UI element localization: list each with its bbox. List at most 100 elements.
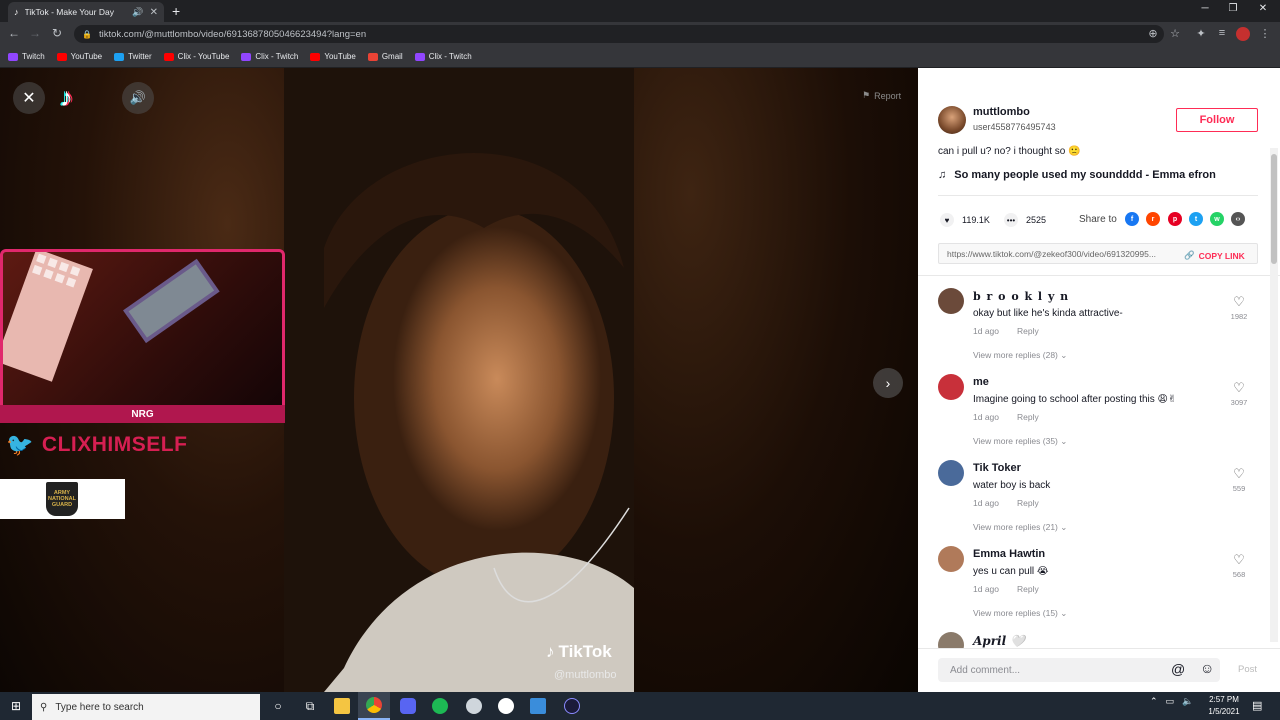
view-more-replies[interactable]: View more replies (15) ⌄ — [973, 608, 1067, 619]
post-comment-button[interactable]: Post — [1238, 664, 1257, 675]
windows-start-icon[interactable]: ⊞ — [0, 692, 32, 720]
bookmark-item[interactable]: Clix - YouTube — [163, 52, 229, 61]
forward-icon[interactable]: → — [27, 26, 43, 40]
reply-button[interactable]: Reply — [1017, 326, 1039, 336]
bookmark-star-icon[interactable]: ☆ — [1168, 27, 1182, 40]
window-close-icon[interactable]: ✕ — [1256, 3, 1270, 14]
video-still-image — [284, 68, 634, 692]
commenter-name[interactable]: Tik Toker — [973, 462, 1021, 474]
menu-kebab-icon[interactable]: ⋮ — [1258, 27, 1272, 40]
discord-icon[interactable] — [392, 692, 424, 720]
app-icon[interactable] — [458, 692, 490, 720]
facebook-share-icon[interactable]: f — [1125, 212, 1139, 226]
scrollbar-thumb[interactable] — [1271, 154, 1277, 264]
next-video-button[interactable]: › — [873, 368, 903, 398]
translate-icon[interactable]: ⊕ — [1146, 27, 1160, 40]
media-app-icon[interactable] — [556, 692, 588, 720]
comment-like-icon[interactable]: ♡ — [1230, 466, 1248, 482]
view-more-replies[interactable]: View more replies (28) ⌄ — [973, 350, 1067, 361]
divider — [938, 195, 1258, 196]
bookmark-item[interactable]: Twitch — [8, 52, 45, 61]
bookmark-label: Twitter — [128, 52, 152, 61]
bookmark-item[interactable]: Twitter — [114, 52, 152, 61]
back-icon[interactable]: ← — [6, 26, 22, 40]
reddit-share-icon[interactable]: r — [1146, 212, 1160, 226]
system-tray: ⌃ ▭ 🔈 — [1150, 696, 1193, 707]
comment-age: 1d ago — [973, 498, 999, 508]
commenter-avatar[interactable] — [938, 460, 964, 486]
commenter-name[interactable]: b r o o k l y n — [973, 290, 1069, 303]
comment-like-icon[interactable]: ♡ — [1230, 294, 1248, 310]
task-view-icon[interactable]: ⧉ — [294, 692, 326, 720]
cortana-icon[interactable]: ○ — [262, 692, 294, 720]
reply-button[interactable]: Reply — [1017, 584, 1039, 594]
emoji-icon[interactable]: ☺ — [1200, 660, 1214, 676]
sponsor-box: ARMY NATIONAL GUARD — [0, 479, 125, 519]
bookmark-item[interactable]: Clix - Twitch — [241, 52, 298, 61]
commenter-name[interactable]: Emma Hawtin — [973, 548, 1045, 560]
new-tab-button[interactable]: + — [172, 3, 180, 19]
pinterest-share-icon[interactable]: p — [1168, 212, 1182, 226]
youtube-icon — [310, 52, 321, 61]
extensions-icon[interactable]: ✦ — [1194, 27, 1208, 40]
taskbar-clock[interactable]: 2:57 PM 1/5/2021 — [1200, 694, 1248, 718]
file-explorer-icon[interactable] — [326, 692, 358, 720]
like-button[interactable]: ♥ 119.1K — [940, 213, 990, 227]
tiktok-logo-icon[interactable]: ♪ — [60, 82, 73, 113]
url-text: tiktok.com/@muttlombo/video/691368780504… — [98, 28, 367, 40]
view-more-replies[interactable]: View more replies (21) ⌄ — [973, 522, 1067, 533]
restore-icon[interactable]: ❐ — [1226, 3, 1240, 14]
bookmark-item[interactable]: YouTube — [56, 52, 102, 61]
commenter-avatar[interactable] — [938, 546, 964, 572]
author-avatar[interactable] — [938, 106, 966, 134]
close-tab-icon[interactable]: ✕ — [150, 7, 158, 18]
spotify-icon[interactable] — [424, 692, 456, 720]
comment-count-button[interactable]: ••• 2525 — [1004, 213, 1046, 227]
volume-tray-icon[interactable]: 🔈 — [1182, 696, 1193, 707]
music-link[interactable]: ♫ So many people used my soundddd - Emma… — [938, 169, 1216, 181]
reply-button[interactable]: Reply — [1017, 498, 1039, 508]
g-app-icon[interactable] — [490, 692, 522, 720]
taskbar-search[interactable]: ⚲ Type here to search — [32, 694, 260, 720]
chrome-taskbar-icon[interactable] — [358, 692, 390, 720]
whatsapp-share-icon[interactable]: w — [1210, 212, 1224, 226]
video-frame[interactable] — [284, 68, 634, 692]
comment-like-icon[interactable]: ♡ — [1230, 552, 1248, 568]
copy-link-button[interactable]: 🔗 COPY LINK — [1184, 250, 1245, 261]
address-bar[interactable]: 🔒 tiktok.com/@muttlombo/video/6913687805… — [74, 25, 1164, 43]
bookmark-item[interactable]: Clix - Twitch — [414, 52, 472, 61]
tray-chevron-up-icon[interactable]: ⌃ — [1150, 696, 1158, 707]
notifications-icon[interactable]: ▤ — [1252, 699, 1262, 712]
embed-code-icon[interactable]: ‹› — [1231, 212, 1245, 226]
minimize-icon[interactable]: ─ — [1198, 3, 1212, 14]
profile-avatar[interactable] — [1236, 27, 1250, 41]
mention-at-icon[interactable]: @ — [1171, 661, 1185, 677]
follow-button[interactable]: Follow — [1176, 108, 1258, 132]
f-app-icon[interactable] — [522, 692, 554, 720]
author-name[interactable]: muttlombo — [973, 106, 1030, 118]
close-video-icon[interactable]: ✕ — [13, 82, 45, 114]
commenter-avatar[interactable] — [938, 374, 964, 400]
tab-audio-icon[interactable]: 🔊 — [132, 7, 143, 18]
media-control-icon[interactable]: ≡ — [1215, 27, 1229, 39]
reply-button[interactable]: Reply — [1017, 412, 1039, 422]
twitter-share-icon[interactable]: t — [1189, 212, 1203, 226]
commenter-name[interactable]: April 🤍 — [973, 634, 1025, 648]
bookmark-label: Gmail — [381, 52, 403, 61]
chevron-down-icon: ⌄ — [1060, 436, 1068, 446]
view-more-label: View more replies (21) — [973, 522, 1058, 532]
report-button[interactable]: ⚑ Report — [862, 90, 901, 101]
commenter-avatar[interactable] — [938, 632, 964, 648]
bookmark-item[interactable]: YouTube — [310, 52, 356, 61]
volume-icon[interactable]: 🔊 — [122, 82, 154, 114]
comment-like-icon[interactable]: ♡ — [1230, 380, 1248, 396]
browser-tab[interactable]: ♪ TikTok - Make Your Day 🔊 ✕ — [8, 2, 164, 22]
view-more-replies[interactable]: View more replies (35) ⌄ — [973, 436, 1067, 447]
bookmark-item[interactable]: Gmail — [367, 52, 403, 61]
comment-item: Tik Toker water boy is back 1d ago Reply … — [938, 460, 1258, 546]
commenter-name[interactable]: me — [973, 376, 989, 388]
commenter-avatar[interactable] — [938, 288, 964, 314]
comment-item: b r o o k l y n okay but like he's kinda… — [938, 288, 1258, 374]
network-icon[interactable]: ▭ — [1166, 696, 1175, 707]
reload-icon[interactable]: ↻ — [49, 26, 65, 40]
